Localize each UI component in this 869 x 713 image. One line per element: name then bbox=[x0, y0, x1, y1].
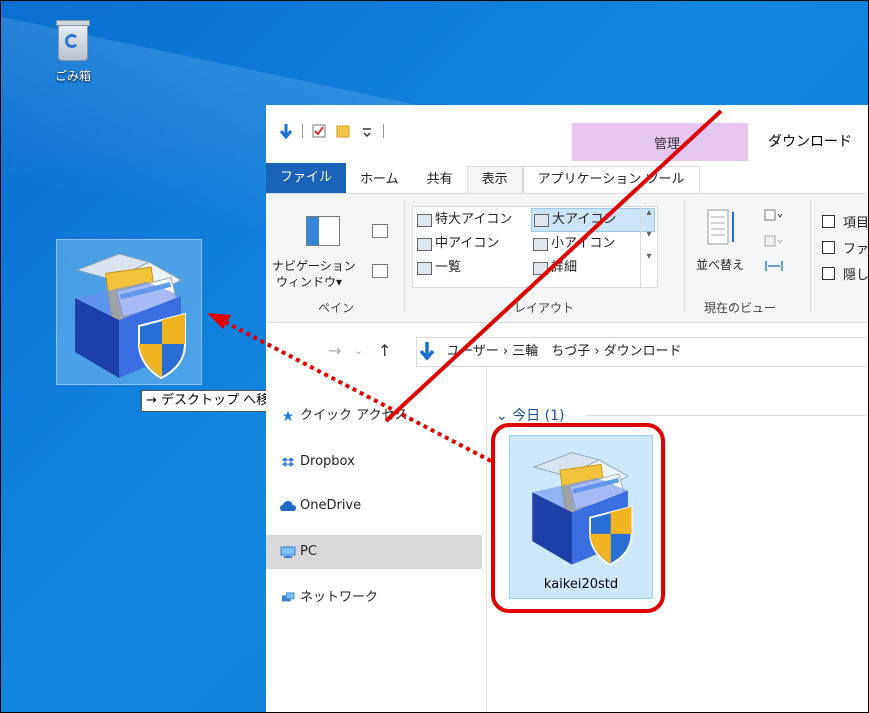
layout-item-label: 小アイコン bbox=[551, 236, 616, 251]
nav-item-pc[interactable]: PC bbox=[266, 535, 482, 569]
layout-item-label: 大アイコン bbox=[552, 212, 617, 227]
group-label-layout: レイアウト bbox=[514, 301, 575, 315]
sort-by-button[interactable]: 並べ替え bbox=[696, 256, 744, 273]
medium-icons-icon bbox=[417, 238, 432, 251]
properties-icon[interactable] bbox=[311, 123, 327, 139]
extra-large-icons-icon bbox=[417, 214, 432, 227]
pc-monitor-icon bbox=[280, 546, 296, 558]
nav-item-label: クイック アクセス bbox=[300, 408, 408, 423]
nav-pane-label-2: ウィンドウ▾ bbox=[276, 275, 343, 289]
preview-pane-icon[interactable] bbox=[372, 224, 388, 238]
file-item-kaikei20std[interactable]: kaikei20std bbox=[509, 435, 653, 599]
checkbox-item-check-boxes[interactable]: 項目 bbox=[822, 212, 869, 231]
context-tab-label: 管理 bbox=[654, 137, 681, 152]
details-icon bbox=[533, 262, 548, 275]
layout-item-label: 特大アイコン bbox=[435, 212, 513, 227]
group-header-today[interactable]: ⌄ 今日 (1) bbox=[496, 405, 564, 425]
drag-arrowhead-icon bbox=[207, 313, 231, 329]
nav-item-network[interactable]: ネットワーク bbox=[266, 581, 482, 615]
address-path-text: ユーザー › 三輪 ちづ子 › ダウンロード bbox=[447, 344, 682, 359]
nav-item-label: OneDrive bbox=[300, 498, 362, 513]
details-pane-icon[interactable] bbox=[372, 264, 388, 278]
nav-item-quick-access[interactable]: クイック アクセス bbox=[266, 399, 482, 433]
checkbox-label: ファ bbox=[843, 242, 869, 257]
new-folder-icon[interactable] bbox=[335, 123, 351, 139]
tab-file[interactable]: ファイル bbox=[266, 163, 347, 193]
quick-access-toolbar bbox=[278, 123, 384, 139]
checkbox-label: 隠し bbox=[843, 268, 869, 283]
add-columns-icon[interactable] bbox=[764, 234, 784, 250]
navigation-pane-button[interactable]: ナビゲーション ウィンドウ▾ bbox=[272, 258, 356, 290]
file-name: kaikei20std bbox=[543, 577, 619, 592]
dropbox-icon bbox=[282, 457, 294, 467]
desktop: ごみ箱 → デスクトップ へ移動 管理 ダウンロード ファイル ホーム 共有 表… bbox=[0, 0, 869, 713]
installer-package-icon bbox=[75, 253, 186, 380]
nav-item-label: PC bbox=[300, 544, 317, 559]
list-icon bbox=[417, 262, 432, 275]
nav-pane-label-1: ナビゲーション bbox=[272, 259, 356, 273]
dragged-installer-icon[interactable] bbox=[56, 239, 202, 385]
address-path[interactable]: ユーザー › 三輪 ちづ子 › ダウンロード bbox=[416, 337, 868, 367]
layout-item-label: 詳細 bbox=[551, 260, 578, 275]
layout-gallery-scroll[interactable]: ▴ ▾ ▾ bbox=[640, 207, 657, 287]
recycle-bin-shortcut[interactable]: ごみ箱 bbox=[43, 20, 103, 84]
network-icon bbox=[282, 592, 295, 602]
down-arrow-icon[interactable] bbox=[278, 123, 294, 139]
navigation-pane: クイック アクセス Dropbox OneDrive PC ネットワーク bbox=[266, 395, 486, 712]
tab-home[interactable]: ホーム bbox=[346, 167, 413, 193]
small-icons-icon bbox=[533, 238, 548, 251]
large-icons-icon bbox=[534, 214, 549, 227]
cloud-icon bbox=[280, 501, 296, 511]
nav-item-label: ネットワーク bbox=[300, 590, 379, 605]
installer-package-icon bbox=[532, 452, 633, 566]
checkbox-icon bbox=[822, 241, 835, 254]
back-arrow-icon[interactable]: → bbox=[328, 341, 341, 360]
size-columns-icon[interactable] bbox=[764, 258, 784, 274]
checkbox-label: 項目 bbox=[843, 216, 869, 231]
recycle-bin-icon bbox=[56, 20, 90, 61]
star-icon bbox=[282, 410, 294, 422]
checkbox-icon bbox=[822, 267, 835, 280]
layout-details[interactable]: 詳細 bbox=[531, 257, 577, 279]
navigation-pane-icon[interactable] bbox=[306, 216, 340, 246]
ribbon-tabs: ファイル ホーム 共有 表示 アプリケーション ツール bbox=[266, 161, 868, 193]
ribbon-view: ナビゲーション ウィンドウ▾ ペイン 特大アイコン 大アイコン 中アイコン 小ア… bbox=[266, 193, 869, 323]
up-arrow-icon[interactable]: ↑ bbox=[378, 341, 391, 360]
address-bar: → ⌄ ↑ ユーザー › 三輪 ちづ子 › ダウンロード bbox=[266, 333, 868, 367]
checkbox-file-extensions[interactable]: ファ bbox=[822, 238, 869, 257]
tab-application-tools[interactable]: アプリケーション ツール bbox=[522, 166, 700, 193]
group-header-label: 今日 (1) bbox=[512, 408, 565, 424]
layout-gallery: 特大アイコン 大アイコン 中アイコン 小アイコン 一覧 詳細 ▴ ▾ ▾ bbox=[412, 206, 658, 288]
checkbox-icon bbox=[822, 215, 835, 228]
layout-small-icons[interactable]: 小アイコン bbox=[531, 233, 615, 255]
tab-view[interactable]: 表示 bbox=[466, 166, 523, 193]
layout-item-label: 中アイコン bbox=[435, 236, 500, 251]
layout-medium-icons[interactable]: 中アイコン bbox=[415, 233, 499, 255]
layout-item-label: 一覧 bbox=[435, 260, 462, 275]
customize-toolbar-icon[interactable] bbox=[359, 123, 375, 139]
recycle-bin-label: ごみ箱 bbox=[54, 69, 91, 83]
group-by-icon[interactable] bbox=[764, 208, 784, 224]
nav-item-label: Dropbox bbox=[300, 454, 355, 469]
checkbox-hidden-items[interactable]: 隠し bbox=[822, 264, 869, 283]
nav-item-dropbox[interactable]: Dropbox bbox=[266, 445, 482, 479]
tab-share[interactable]: 共有 bbox=[413, 167, 467, 193]
recent-chevron-icon[interactable]: ⌄ bbox=[354, 344, 363, 357]
group-label-current-view: 現在のビュー bbox=[704, 301, 777, 315]
collapse-chevron-icon: ⌄ bbox=[496, 408, 513, 424]
layout-list[interactable]: 一覧 bbox=[415, 257, 461, 279]
window-title: ダウンロード bbox=[768, 134, 852, 150]
sort-by-icon bbox=[707, 209, 734, 245]
layout-large-icons[interactable]: 大アイコン bbox=[531, 208, 655, 232]
group-label-pane: ペイン bbox=[318, 301, 355, 315]
file-explorer-window: 管理 ダウンロード ファイル ホーム 共有 表示 アプリケーション ツール ナビ… bbox=[266, 105, 869, 712]
layout-extra-large-icons[interactable]: 特大アイコン bbox=[415, 209, 512, 231]
context-tab-manage[interactable]: 管理 bbox=[572, 123, 748, 161]
title-bar: 管理 ダウンロード bbox=[266, 105, 868, 161]
nav-item-onedrive[interactable]: OneDrive bbox=[266, 489, 482, 523]
